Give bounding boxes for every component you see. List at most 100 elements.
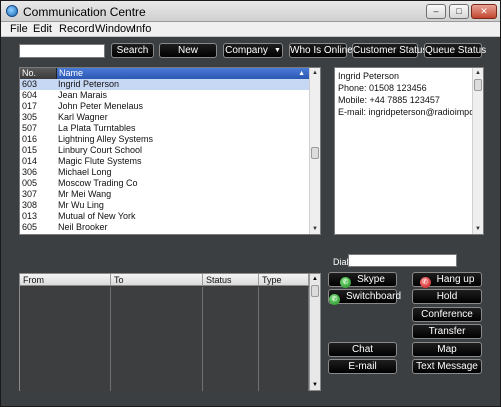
calls-header-type[interactable]: Type bbox=[259, 274, 309, 286]
search-input[interactable] bbox=[19, 44, 105, 58]
hang-up-button[interactable]: ✆ Hang up bbox=[412, 272, 482, 288]
conference-button[interactable]: Conference bbox=[412, 307, 482, 322]
calls-header: From To Status Type bbox=[20, 274, 309, 286]
row-name: Moscow Trading Co bbox=[58, 178, 138, 188]
map-button[interactable]: Map bbox=[412, 342, 482, 357]
menu-window[interactable]: Window bbox=[95, 23, 134, 35]
table-row[interactable]: 016 Lightning Alley Systems bbox=[20, 134, 309, 145]
calls-table[interactable]: From To Status Type ▲ ▼ bbox=[19, 273, 321, 391]
table-row[interactable]: 305 Karl Wagner bbox=[20, 112, 309, 123]
hold-button[interactable]: Hold bbox=[412, 289, 482, 304]
scroll-down-arrow-icon[interactable]: ▼ bbox=[310, 224, 320, 234]
communication-centre-window: Communication Centre – □ ✕ File Edit Rec… bbox=[0, 0, 501, 407]
detail-scroll-up-arrow-icon[interactable]: ▲ bbox=[473, 68, 483, 78]
row-number: 305 bbox=[22, 112, 38, 122]
calls-scroll-thumb[interactable] bbox=[311, 285, 319, 297]
table-row[interactable]: 307 Mr Mei Wang bbox=[20, 189, 309, 200]
menu-record[interactable]: Record bbox=[59, 23, 94, 35]
sort-ascending-icon: ▲ bbox=[298, 70, 305, 77]
calls-header-from[interactable]: From bbox=[20, 274, 111, 286]
calls-column-to bbox=[111, 287, 203, 391]
row-name: Jean Marais bbox=[58, 90, 108, 100]
customer-status-button[interactable]: Customer Status bbox=[352, 43, 427, 58]
column-header-name-label: Name bbox=[59, 68, 84, 78]
skype-button[interactable]: ✆ Skype bbox=[328, 272, 397, 288]
detail-scrollbar[interactable]: ▲ ▼ bbox=[472, 68, 483, 234]
row-name: Mutual of New York bbox=[58, 211, 136, 221]
row-number: 306 bbox=[22, 167, 38, 177]
company-dropdown[interactable]: Company ▼ bbox=[223, 43, 283, 58]
table-row[interactable]: 507 La Plata Turntables bbox=[20, 123, 309, 134]
scroll-thumb[interactable] bbox=[311, 147, 319, 159]
table-row[interactable]: 014 Magic Flute Systems bbox=[20, 156, 309, 167]
row-name: Mr Mei Wang bbox=[58, 189, 112, 199]
column-header-no[interactable]: No. bbox=[20, 68, 57, 79]
detail-mobile: Mobile: +44 7885 123457 bbox=[338, 95, 440, 105]
table-row[interactable]: 603 Ingrid Peterson bbox=[20, 79, 309, 90]
menu-edit[interactable]: Edit bbox=[33, 23, 52, 35]
table-row[interactable]: 013 Mutual of New York bbox=[20, 211, 309, 222]
table-row[interactable]: 605 Neil Brooker bbox=[20, 222, 309, 233]
detail-phone: Phone: 01508 123456 bbox=[338, 83, 427, 93]
calls-scrollbar[interactable]: ▲ ▼ bbox=[309, 274, 320, 390]
table-row[interactable]: 306 Michael Long bbox=[20, 167, 309, 178]
calls-column-from bbox=[20, 287, 111, 391]
row-number: 604 bbox=[22, 90, 38, 100]
table-row[interactable]: 308 Mr Wu Ling bbox=[20, 200, 309, 211]
contact-list-scrollbar[interactable]: ▲ ▼ bbox=[309, 68, 320, 234]
row-name: Ingrid Peterson bbox=[58, 79, 120, 89]
menu-info[interactable]: Info bbox=[133, 23, 151, 35]
row-name: Magic Flute Systems bbox=[58, 156, 142, 166]
switchboard-button[interactable]: ✆ Switchboard bbox=[328, 289, 401, 305]
row-number: 013 bbox=[22, 211, 38, 221]
who-is-online-button[interactable]: Who Is Online bbox=[289, 43, 353, 58]
table-row[interactable]: 015 Linbury Court School bbox=[20, 145, 309, 156]
search-button[interactable]: Search bbox=[111, 43, 154, 58]
maximize-button[interactable]: □ bbox=[449, 4, 469, 19]
hang-up-button-label: Hang up bbox=[436, 274, 475, 285]
row-name: Lightning Alley Systems bbox=[58, 134, 154, 144]
dial-label: Dial bbox=[333, 257, 349, 267]
calls-header-to[interactable]: To bbox=[111, 274, 203, 286]
column-header-name[interactable]: Name ▲ bbox=[57, 68, 309, 79]
detail-scroll-down-arrow-icon[interactable]: ▼ bbox=[473, 224, 483, 234]
row-name: Karl Wagner bbox=[58, 112, 108, 122]
contact-list[interactable]: No. Name ▲ 603 Ingrid Peterson 604 Jean Mar… bbox=[19, 67, 321, 235]
text-message-button[interactable]: Text Message bbox=[412, 359, 482, 374]
scroll-up-arrow-icon[interactable]: ▲ bbox=[310, 68, 320, 78]
table-row[interactable]: 604 Jean Marais bbox=[20, 90, 309, 101]
switchboard-button-label: Switchboard bbox=[346, 291, 402, 302]
table-row[interactable]: 005 Moscow Trading Co bbox=[20, 178, 309, 189]
row-number: 308 bbox=[22, 200, 38, 210]
detail-scroll-thumb[interactable] bbox=[474, 79, 482, 91]
queue-status-button[interactable]: Queue Status bbox=[424, 43, 486, 58]
phone-green-icon: ✆ bbox=[329, 294, 340, 305]
row-number: 014 bbox=[22, 156, 38, 166]
calls-scroll-up-arrow-icon[interactable]: ▲ bbox=[310, 274, 320, 284]
calls-header-status[interactable]: Status bbox=[203, 274, 259, 286]
row-number: 015 bbox=[22, 145, 38, 155]
close-button[interactable]: ✕ bbox=[471, 4, 497, 19]
phone-red-icon: ✆ bbox=[419, 277, 431, 288]
row-number: 507 bbox=[22, 123, 38, 133]
row-name: Neil Brooker bbox=[58, 222, 108, 232]
chat-button[interactable]: Chat bbox=[328, 342, 397, 357]
calls-scroll-down-arrow-icon[interactable]: ▼ bbox=[310, 380, 320, 390]
row-number: 307 bbox=[22, 189, 38, 199]
new-button[interactable]: New bbox=[159, 43, 217, 58]
transfer-button[interactable]: Transfer bbox=[412, 324, 482, 339]
table-row[interactable]: 017 John Peter Menelaus bbox=[20, 101, 309, 112]
app-globe-icon bbox=[6, 5, 18, 17]
minimize-button[interactable]: – bbox=[426, 4, 446, 19]
row-number: 603 bbox=[22, 79, 38, 89]
row-name: John Peter Menelaus bbox=[58, 101, 144, 111]
row-name: Michael Long bbox=[58, 167, 112, 177]
contact-detail-panel: Ingrid Peterson Phone: 01508 123456 Mobi… bbox=[334, 67, 484, 235]
email-button[interactable]: E-mail bbox=[328, 359, 397, 374]
detail-name: Ingrid Peterson bbox=[338, 71, 400, 81]
calls-column-status bbox=[203, 287, 259, 391]
dial-input[interactable] bbox=[348, 254, 457, 267]
row-name: Mr Wu Ling bbox=[58, 200, 104, 210]
skype-button-label: Skype bbox=[357, 274, 385, 285]
menu-file[interactable]: File bbox=[10, 23, 28, 35]
